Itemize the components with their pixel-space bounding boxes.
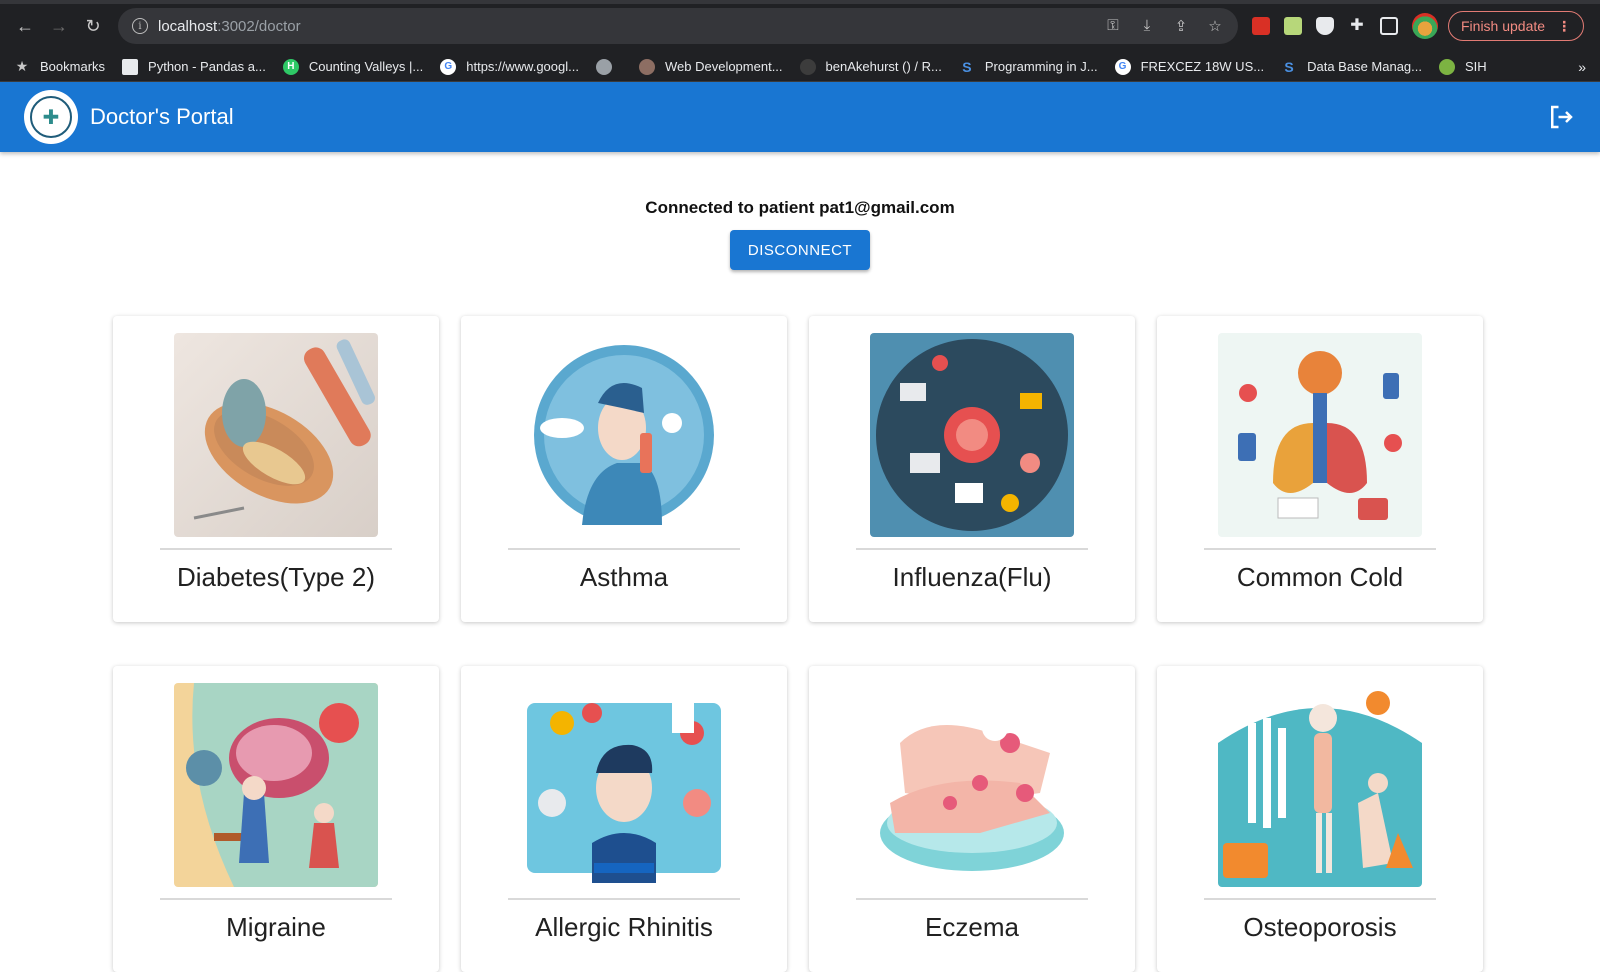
connection-status: Connected to patient pat1@gmail.com: [645, 198, 955, 217]
s-icon: S: [1284, 58, 1294, 75]
disease-card-allergic-rhinitis[interactable]: Allergic Rhinitis: [461, 666, 787, 972]
bookmark-item[interactable]: G FREXCEZ 18W US...: [1114, 58, 1264, 75]
disease-name: Osteoporosis: [1243, 912, 1397, 942]
disease-name: Asthma: [579, 562, 669, 592]
pancreas-illustration: [174, 333, 378, 537]
app-logo: ✚: [24, 90, 78, 144]
disease-name: Eczema: [925, 912, 1019, 942]
extensions-puzzle-icon[interactable]: ✚: [1348, 17, 1366, 35]
s-icon: S: [962, 58, 972, 75]
hands-illustration: [870, 683, 1074, 887]
bookmark-item[interactable]: S Programming in J...: [959, 58, 1097, 75]
disease-card-eczema[interactable]: Eczema: [809, 666, 1135, 972]
side-panel-icon[interactable]: [1380, 17, 1398, 35]
hackerrank-icon: H: [282, 58, 299, 75]
disease-name: Diabetes(Type 2): [177, 562, 375, 592]
reload-icon[interactable]: ↻: [78, 11, 108, 41]
extension-green-icon[interactable]: [1284, 17, 1302, 35]
card-divider: [856, 548, 1088, 550]
globe-icon: [595, 58, 612, 75]
lungs-illustration: [1218, 333, 1422, 537]
bookmark-item[interactable]: SIH: [1439, 58, 1487, 75]
bookmark-item[interactable]: Ghttps://www.googl...: [440, 58, 579, 75]
card-divider: [508, 898, 740, 900]
inhaler-illustration: [522, 333, 726, 537]
bookmarks-more-icon[interactable]: »: [1578, 59, 1586, 75]
virus-illustration: [870, 333, 1074, 537]
forward-icon[interactable]: →: [44, 11, 74, 41]
profile-avatar[interactable]: [1412, 13, 1438, 39]
bookmark-star-icon[interactable]: ☆: [1206, 17, 1224, 35]
disease-grid: Diabetes(Type 2) Asthma Influenza(Flu) C…: [113, 316, 1483, 972]
disease-card-migraine[interactable]: Migraine: [113, 666, 439, 972]
site-info-icon[interactable]: i: [132, 18, 148, 34]
disease-name: Migraine: [226, 912, 326, 942]
card-divider: [160, 898, 392, 900]
star-icon: ★: [15, 58, 29, 74]
install-icon[interactable]: ⤓: [1138, 17, 1156, 35]
card-divider: [1204, 548, 1436, 550]
google-icon: G: [440, 58, 457, 75]
app-bar: ✚ Doctor's Portal: [0, 82, 1600, 152]
share-icon[interactable]: ⇪: [1172, 17, 1190, 35]
disease-card-influenza[interactable]: Influenza(Flu): [809, 316, 1135, 622]
rhinitis-illustration: [522, 683, 726, 887]
finish-update-label: Finish update: [1461, 18, 1546, 34]
skeleton-illustration: [1218, 683, 1422, 887]
bookmark-item[interactable]: S Data Base Manag...: [1281, 59, 1422, 75]
google-icon: G: [1114, 58, 1131, 75]
bookmark-item[interactable]: H Counting Valleys |...: [282, 58, 423, 75]
browser-toolbar: ← → ↻ i localhost:3002/doctor ⚿ ⤓ ⇪ ☆ ✚ …: [0, 0, 1600, 52]
bookmark-item[interactable]: ★ Bookmarks: [14, 58, 105, 75]
back-icon[interactable]: ←: [10, 11, 40, 41]
bookmark-item[interactable]: benAkehurst () / R...: [799, 58, 942, 75]
key-icon[interactable]: ⚿: [1104, 17, 1122, 35]
bookmarks-bar: ★ Bookmarks Python - Pandas a... H Countin…: [0, 52, 1600, 82]
bookmark-item[interactable]: [595, 58, 622, 75]
card-divider: [160, 548, 392, 550]
leaf-icon: [1439, 58, 1455, 75]
disease-card-asthma[interactable]: Asthma: [461, 316, 787, 622]
url-path: :3002/doctor: [217, 17, 301, 35]
disease-card-osteoporosis[interactable]: Osteoporosis: [1157, 666, 1483, 972]
bookmark-item[interactable]: Web Development...: [638, 58, 783, 75]
bookmark-item[interactable]: Python - Pandas a...: [122, 58, 266, 75]
disconnect-button[interactable]: DISCONNECT: [729, 230, 871, 270]
medical-logo-icon: ✚: [30, 96, 72, 138]
card-divider: [856, 898, 1088, 900]
disease-name: Influenza(Flu): [892, 562, 1052, 592]
card-divider: [508, 548, 740, 550]
owl-icon: [638, 58, 655, 75]
finish-update-button[interactable]: Finish update ⋮: [1448, 11, 1585, 41]
card-divider: [1204, 898, 1436, 900]
disease-name: Allergic Rhinitis: [535, 912, 713, 942]
github-icon: [799, 58, 816, 75]
disease-card-diabetes[interactable]: Diabetes(Type 2): [113, 316, 439, 622]
brain-illustration: [174, 683, 378, 887]
disease-card-common-cold[interactable]: Common Cold: [1157, 316, 1483, 622]
url-host: localhost: [158, 17, 218, 35]
disease-name: Common Cold: [1236, 562, 1404, 592]
geeks-icon: [122, 58, 139, 75]
extension-red-icon[interactable]: [1252, 17, 1270, 35]
more-menu-icon: ⋮: [1557, 17, 1572, 34]
shield-extension-icon[interactable]: [1316, 17, 1334, 35]
address-bar[interactable]: i localhost:3002/doctor ⚿ ⤓ ⇪ ☆: [118, 8, 1238, 44]
logout-icon[interactable]: [1546, 102, 1576, 132]
app-title: Doctor's Portal: [90, 104, 234, 129]
